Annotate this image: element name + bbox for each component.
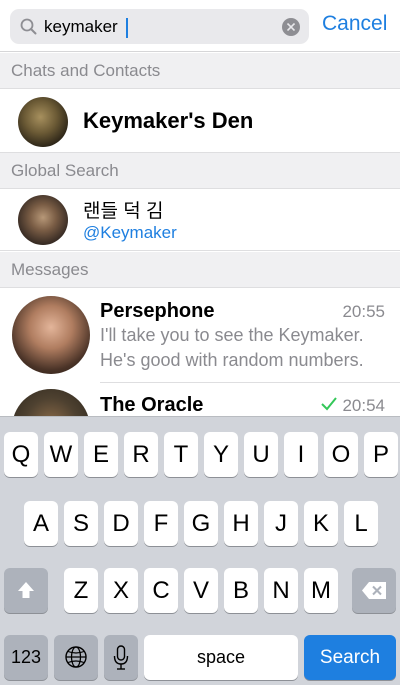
chat-result-row[interactable]: Keymaker's Den <box>0 89 400 153</box>
key-m[interactable]: M <box>304 568 338 613</box>
key-l[interactable]: L <box>344 501 378 546</box>
key-e[interactable]: E <box>84 432 118 477</box>
key-n[interactable]: N <box>264 568 298 613</box>
space-key[interactable]: space <box>144 635 298 680</box>
section-header-chats-contacts: Chats and Contacts <box>0 53 400 89</box>
text-caret <box>126 18 128 38</box>
key-k[interactable]: K <box>304 501 338 546</box>
shift-key[interactable] <box>4 568 48 613</box>
globe-key[interactable] <box>54 635 98 680</box>
globe-icon <box>65 646 87 668</box>
checkmark-icon <box>321 397 337 411</box>
user-name: 랜들 덕 김 <box>83 201 164 222</box>
key-o[interactable]: O <box>324 432 358 477</box>
numbers-key[interactable]: 123 <box>4 635 48 680</box>
key-z[interactable]: Z <box>64 568 98 613</box>
key-v[interactable]: V <box>184 568 218 613</box>
key-a[interactable]: A <box>24 501 58 546</box>
key-p[interactable]: P <box>364 432 398 477</box>
avatar <box>12 296 90 374</box>
chat-name: Keymaker's Den <box>83 108 254 133</box>
key-c[interactable]: C <box>144 568 178 613</box>
user-username: @Keymaker <box>83 223 177 242</box>
close-icon <box>287 23 295 31</box>
search-input[interactable] <box>44 12 276 41</box>
dictation-key[interactable] <box>104 635 138 680</box>
key-i[interactable]: I <box>284 432 318 477</box>
key-w[interactable]: W <box>44 432 78 477</box>
shift-icon <box>18 582 34 598</box>
clear-search-button[interactable] <box>282 18 300 36</box>
microphone-icon <box>113 645 129 670</box>
key-b[interactable]: B <box>224 568 258 613</box>
key-u[interactable]: U <box>244 432 278 477</box>
search-bar: Cancel <box>0 0 400 52</box>
key-y[interactable]: Y <box>204 432 238 477</box>
key-s[interactable]: S <box>64 501 98 546</box>
key-x[interactable]: X <box>104 568 138 613</box>
key-t[interactable]: T <box>164 432 198 477</box>
message-sender: The Oracle <box>100 394 204 416</box>
search-key[interactable]: Search <box>304 635 396 680</box>
delete-key[interactable] <box>352 568 396 613</box>
message-time: 20:54 <box>342 396 385 415</box>
key-d[interactable]: D <box>104 501 138 546</box>
global-result-row[interactable]: 랜들 덕 김 @Keymaker <box>0 189 400 251</box>
avatar <box>18 97 68 147</box>
key-j[interactable]: J <box>264 501 298 546</box>
search-field[interactable] <box>10 9 309 44</box>
message-result-row[interactable]: Persephone 20:55 I'll take you to see th… <box>0 288 400 382</box>
keyboard: Q W E R T Y U I O P A S D F G H J K L Z … <box>0 416 400 685</box>
key-r[interactable]: R <box>124 432 158 477</box>
section-header-messages: Messages <box>0 252 400 288</box>
key-h[interactable]: H <box>224 501 258 546</box>
key-g[interactable]: G <box>184 501 218 546</box>
avatar <box>18 195 68 245</box>
backspace-icon <box>362 582 386 599</box>
key-q[interactable]: Q <box>4 432 38 477</box>
message-result-row[interactable]: The Oracle 20:54 <box>0 383 400 467</box>
cancel-button[interactable]: Cancel <box>322 12 387 36</box>
key-f[interactable]: F <box>144 501 178 546</box>
message-time: 20:55 <box>342 302 385 321</box>
message-preview: I'll take you to see the Keymaker. He's … <box>100 325 364 370</box>
message-sender: Persephone <box>100 300 215 322</box>
search-icon <box>20 18 37 35</box>
section-header-global-search: Global Search <box>0 153 400 189</box>
